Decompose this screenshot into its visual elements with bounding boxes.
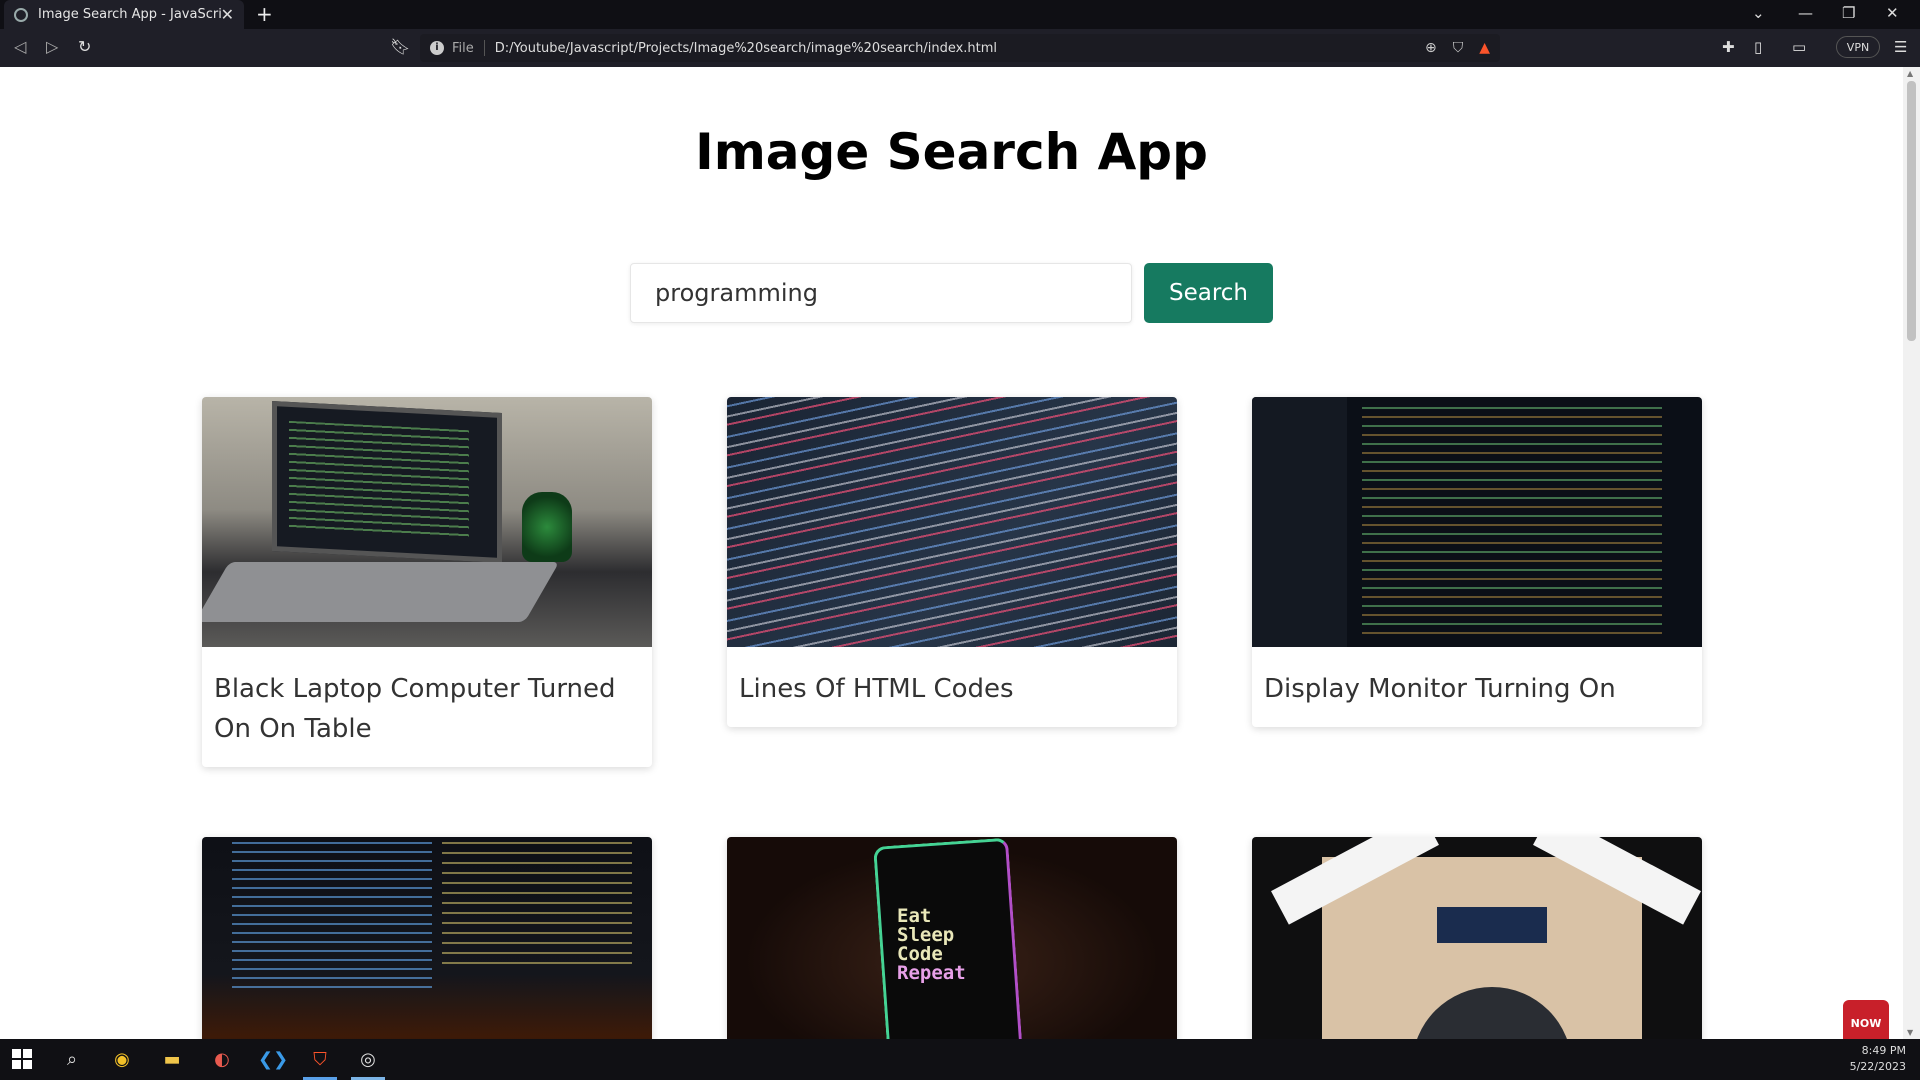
close-tab-icon[interactable]: ✕	[221, 5, 234, 24]
search-button[interactable]: Search	[1144, 263, 1273, 323]
search-icon[interactable]: ⌕	[60, 1048, 84, 1072]
extensions-icon[interactable]: ✚	[1722, 38, 1735, 56]
clock-time: 8:49 PM	[1861, 1044, 1906, 1057]
obs-icon[interactable]: ◎	[356, 1048, 380, 1072]
vpn-button[interactable]: VPN	[1836, 36, 1880, 58]
laptop-shape	[272, 400, 502, 564]
keyboard-shape	[1437, 907, 1547, 943]
result-card[interactable]	[1252, 837, 1702, 1039]
editor-sidebar-shape	[1252, 397, 1347, 647]
zoom-icon[interactable]: ⊕	[1425, 40, 1437, 56]
back-icon[interactable]: ◁	[14, 37, 26, 56]
info-icon[interactable]: i	[430, 41, 444, 55]
page-title: Image Search App	[695, 123, 1208, 181]
page-scrollbar[interactable]: ▲ ▼	[1903, 67, 1920, 1039]
brave-shields-icon[interactable]: ⛉	[1453, 40, 1464, 56]
scroll-up-icon[interactable]: ▲	[1907, 69, 1913, 78]
url-text[interactable]: D:/Youtube/Javascript/Projects/Image%20s…	[495, 41, 1409, 56]
search-form: Search	[630, 263, 1273, 323]
result-card[interactable]: Black Laptop Computer Turned On On Table	[202, 397, 652, 767]
app-icon[interactable]: ◐	[210, 1048, 234, 1072]
browser-tab-bar: Image Search App - JavaScript ✕ + ⌄ — ❐ …	[0, 0, 1920, 29]
brave-rewards-icon[interactable]: ▲	[1479, 40, 1490, 56]
vpn-label: VPN	[1846, 40, 1870, 54]
monitor-shape	[232, 842, 432, 992]
browser-toolbar: ◁ ▷ ↻ 🔖︎ i File D:/Youtube/Javascript/Pr…	[0, 29, 1920, 67]
result-caption[interactable]: Display Monitor Turning On	[1252, 647, 1702, 727]
plant-shape	[522, 492, 572, 562]
result-image[interactable]	[1252, 837, 1702, 1039]
clock-date: 5/22/2023	[1849, 1060, 1906, 1073]
result-card[interactable]: Display Monitor Turning On	[1252, 397, 1702, 727]
scroll-down-icon[interactable]: ▼	[1907, 1028, 1913, 1037]
search-input[interactable]	[630, 263, 1132, 323]
reload-icon[interactable]: ↻	[78, 37, 91, 56]
browser-tab-active[interactable]: Image Search App - JavaScript ✕	[4, 0, 244, 29]
close-window-icon[interactable]: ✕	[1886, 4, 1899, 22]
sidebar-icon[interactable]: ▯	[1754, 38, 1762, 56]
system-clock[interactable]: 8:49 PM 5/22/2023	[1850, 1043, 1906, 1075]
result-image[interactable]	[202, 397, 652, 647]
restore-icon[interactable]: ❐	[1842, 4, 1855, 22]
forward-icon[interactable]: ▷	[46, 37, 58, 56]
result-card[interactable]	[202, 837, 652, 1039]
laptop-base-shape	[202, 562, 560, 622]
divider	[483, 40, 485, 56]
code-lines-shape	[1362, 407, 1662, 637]
result-caption[interactable]: Lines Of HTML Codes	[727, 647, 1177, 727]
bookmark-icon[interactable]: 🔖︎	[390, 37, 410, 56]
phone-screen-text: Eat Sleep Code Repeat	[897, 907, 966, 983]
file-explorer-icon[interactable]: ▬	[160, 1048, 184, 1072]
result-caption[interactable]: Black Laptop Computer Turned On On Table	[202, 647, 652, 767]
address-bar[interactable]: i File D:/Youtube/Javascript/Projects/Im…	[420, 34, 1500, 62]
brave-browser-icon[interactable]: ⛉	[308, 1048, 332, 1072]
page-viewport: Image Search App Search Black Laptop Com…	[0, 67, 1920, 1039]
scrollbar-thumb[interactable]	[1907, 81, 1916, 341]
taskbar: ⌕ ◉ ▬ ◐ ❮❯ ⛉ ◎ 8:49 PM 5/22/2023	[0, 1039, 1920, 1080]
code-lines-shape	[727, 397, 1177, 647]
new-tab-button[interactable]: +	[256, 2, 273, 26]
menu-icon[interactable]: ☰	[1894, 38, 1907, 56]
result-image[interactable]	[202, 837, 652, 1039]
wallet-icon[interactable]: ▭	[1792, 38, 1806, 56]
tab-title: Image Search App - JavaScript	[38, 7, 221, 22]
result-image[interactable]: Eat Sleep Code Repeat	[727, 837, 1177, 1039]
result-card[interactable]: Lines Of HTML Codes	[727, 397, 1177, 727]
minimize-icon[interactable]: —	[1798, 4, 1813, 22]
tab-search-chevron-icon[interactable]: ⌄	[1752, 4, 1765, 22]
chrome-icon[interactable]: ◉	[110, 1048, 134, 1072]
subscribe-label: NOW	[1850, 1016, 1882, 1030]
result-image[interactable]	[727, 397, 1177, 647]
phone-text-line: Repeat	[897, 962, 966, 984]
url-scheme-label: File	[452, 40, 474, 56]
result-image[interactable]	[1252, 397, 1702, 647]
monitor-shape	[442, 842, 632, 972]
windows-start-icon[interactable]	[12, 1049, 32, 1069]
globe-icon	[14, 7, 28, 22]
vscode-icon[interactable]: ❮❯	[258, 1048, 288, 1072]
result-card[interactable]: Eat Sleep Code Repeat	[727, 837, 1177, 1039]
